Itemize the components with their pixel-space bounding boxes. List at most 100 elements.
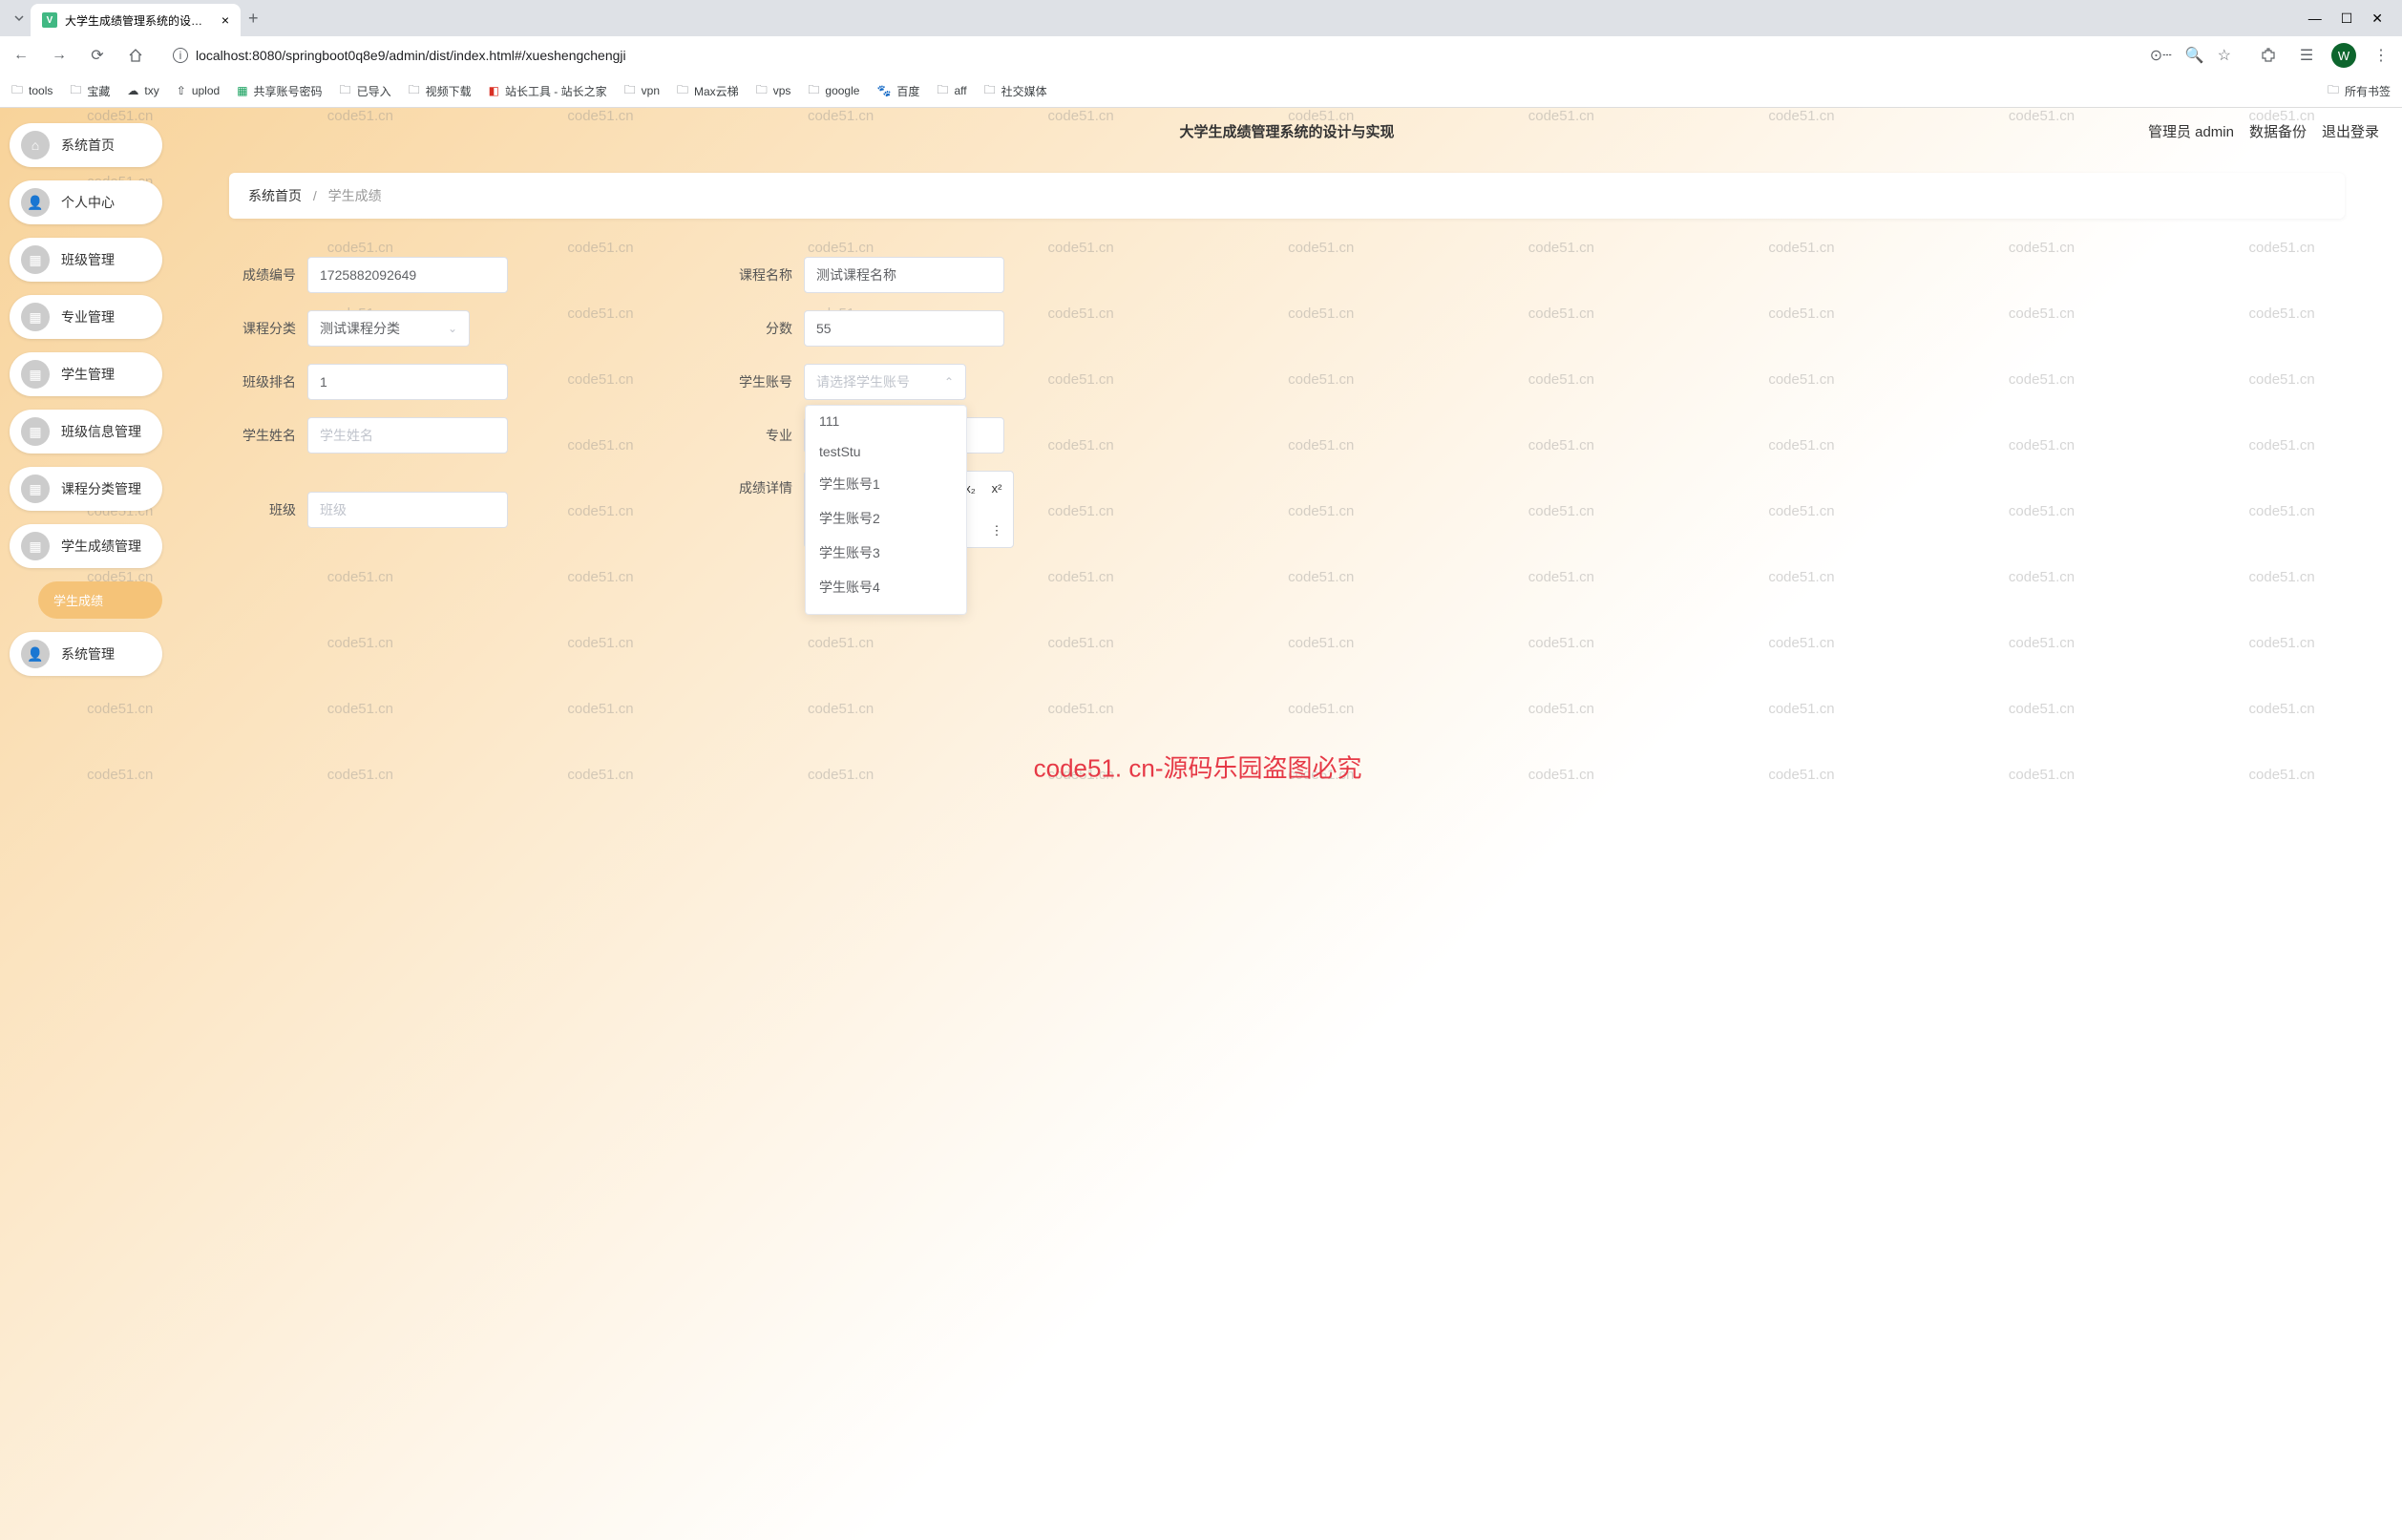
sidebar-item-home[interactable]: ⌂系统首页 <box>10 123 162 167</box>
sidebar-item-class-mgmt[interactable]: ▦ 班级管理 <box>10 238 162 282</box>
dropdown-option[interactable]: 学生账号2 <box>806 501 966 536</box>
sidebar-item-system[interactable]: 👤系统管理 <box>10 632 162 676</box>
user-icon: 👤 <box>21 640 50 668</box>
grid-icon: ▦ <box>21 303 50 331</box>
tab-close-icon[interactable]: × <box>221 12 229 28</box>
reading-list-icon[interactable]: ☰ <box>2293 42 2320 69</box>
sidebar-item-student-mgmt[interactable]: ▦学生管理 <box>10 352 162 396</box>
bookmark-item[interactable]: 🗀宝藏 <box>70 81 110 101</box>
grid-icon: ▦ <box>21 475 50 503</box>
dropdown-option[interactable]: 学生账号1 <box>806 467 966 501</box>
baidu-icon: 🐾 <box>876 84 891 97</box>
bookmark-item[interactable]: ⇧uplod <box>177 84 220 97</box>
bookmark-item[interactable]: 🗀已导入 <box>340 81 391 101</box>
close-window-icon[interactable]: ✕ <box>2371 11 2383 27</box>
app-container: code51.cncode51.cncode51.cncode51.cncode… <box>0 108 2402 1540</box>
maximize-icon[interactable]: ☐ <box>2341 11 2353 27</box>
folder-icon: 🗀 <box>409 81 420 101</box>
folder-icon: 🗀 <box>984 81 996 101</box>
bookmark-item[interactable]: 🗀vpn <box>624 81 660 101</box>
user-icon: 👤 <box>21 188 50 217</box>
grid-icon: ▦ <box>21 532 50 560</box>
tab-bar: V 大学生成绩管理系统的设计与实 × + — ☐ ✕ <box>0 0 2402 36</box>
zoom-icon[interactable]: 🔍 <box>2185 46 2204 65</box>
tabs-dropdown[interactable] <box>8 7 31 30</box>
grade-id-input[interactable] <box>307 257 508 293</box>
dropdown-option[interactable]: 111 <box>806 406 966 436</box>
grid-icon: ▦ <box>21 245 50 274</box>
student-name-input[interactable] <box>307 417 508 454</box>
back-button[interactable]: ← <box>8 42 34 69</box>
bookmark-item[interactable]: 🗀google <box>808 81 859 101</box>
bookmark-item[interactable]: ☁txy <box>127 84 158 97</box>
sidebar-item-label: 班级信息管理 <box>61 422 141 441</box>
tab-title: 大学生成绩管理系统的设计与实 <box>65 12 214 29</box>
forward-button[interactable]: → <box>46 42 73 69</box>
class-rank-input[interactable] <box>307 364 508 400</box>
bookmark-item[interactable]: 🗀视频下载 <box>409 81 472 101</box>
menu-icon[interactable]: ⋮ <box>2368 42 2394 69</box>
course-name-input[interactable] <box>804 257 1004 293</box>
bookmark-item[interactable]: 🗀社交媒体 <box>984 81 1047 101</box>
home-button[interactable] <box>122 42 149 69</box>
sidebar-item-major-mgmt[interactable]: ▦专业管理 <box>10 295 162 339</box>
field-course-cat: 课程分类 测试课程分类 ⌄ <box>229 310 668 347</box>
url-text: localhost:8080/springboot0q8e9/admin/dis… <box>196 48 626 63</box>
password-icon[interactable]: ⊙┄ <box>2150 46 2172 65</box>
chevron-up-icon: ⌃ <box>944 375 954 389</box>
dropdown-option[interactable]: testStu <box>806 436 966 467</box>
breadcrumb-home[interactable]: 系统首页 <box>248 188 302 203</box>
sidebar-item-class-info[interactable]: ▦班级信息管理 <box>10 410 162 454</box>
sheet-icon: ▦ <box>237 84 247 97</box>
sidebar-item-label: 班级管理 <box>61 250 115 269</box>
breadcrumb: 系统首页 / 学生成绩 <box>229 173 2345 219</box>
bookmark-star-icon[interactable]: ☆ <box>2218 46 2231 65</box>
favicon: V <box>42 12 57 28</box>
browser-chrome: V 大学生成绩管理系统的设计与实 × + — ☐ ✕ ← → ⟳ i local… <box>0 0 2402 108</box>
sidebar-item-label: 课程分类管理 <box>61 479 141 498</box>
course-cat-select[interactable]: 测试课程分类 ⌄ <box>307 310 470 347</box>
bookmark-item[interactable]: 🗀Max云梯 <box>677 81 739 101</box>
main-area: 大学生成绩管理系统的设计与实现 管理员 admin 数据备份 退出登录 系统首页… <box>172 108 2402 1540</box>
logout-link[interactable]: 退出登录 <box>2322 121 2379 141</box>
superscript-button[interactable]: x² <box>988 481 1005 496</box>
bookmark-item[interactable]: 🗀aff <box>937 81 966 101</box>
class-input[interactable] <box>307 492 508 528</box>
data-backup-link[interactable]: 数据备份 <box>2249 121 2307 141</box>
bookmark-item[interactable]: ▦共享账号密码 <box>237 83 322 99</box>
bookmark-item[interactable]: 🐾百度 <box>876 83 919 99</box>
content: 系统首页 / 学生成绩 成绩编号 课程名称 课程分类 测试课程分类 ⌄ <box>172 154 2402 567</box>
score-input[interactable] <box>804 310 1004 347</box>
browser-tab[interactable]: V 大学生成绩管理系统的设计与实 × <box>31 4 241 36</box>
extensions-icon[interactable] <box>2255 42 2282 69</box>
new-tab-button[interactable]: + <box>248 9 259 29</box>
dropdown-option[interactable]: 学生账号4 <box>806 570 966 604</box>
folder-icon: 🗀 <box>340 81 351 101</box>
more-icon[interactable]: ⋮ <box>988 523 1005 538</box>
bookmark-item[interactable]: 🗀vps <box>756 81 791 101</box>
sidebar-subitem-grades[interactable]: 学生成绩 <box>38 581 162 619</box>
sidebar-item-profile[interactable]: 👤个人中心 <box>10 180 162 224</box>
reload-button[interactable]: ⟳ <box>84 42 111 69</box>
breadcrumb-current: 学生成绩 <box>328 188 382 203</box>
all-bookmarks[interactable]: 🗀所有书签 <box>2328 81 2391 101</box>
student-account-select[interactable]: 请选择学生账号 ⌃ 111 testStu 学生账号1 学生账号2 学生账号3 … <box>804 364 966 400</box>
sidebar-item-course-cat[interactable]: ▦ 课程分类管理 <box>10 467 162 511</box>
bookmark-item[interactable]: 🗀tools <box>11 81 53 101</box>
breadcrumb-separator: / <box>313 188 317 203</box>
field-label: 学生姓名 <box>229 426 296 445</box>
dropdown-option[interactable]: 学生账号5 <box>806 604 966 615</box>
profile-avatar[interactable]: W <box>2331 43 2356 68</box>
dropdown-option[interactable]: 学生账号3 <box>806 536 966 570</box>
sidebar-item-grade-mgmt[interactable]: ▦学生成绩管理 <box>10 524 162 568</box>
field-label: 班级 <box>229 500 296 519</box>
address-bar[interactable]: i localhost:8080/springboot0q8e9/admin/d… <box>160 40 2244 71</box>
admin-label[interactable]: 管理员 admin <box>2148 121 2234 141</box>
folder-icon: 🗀 <box>808 81 819 101</box>
bookmark-item[interactable]: ◧站长工具 - 站长之家 <box>489 83 607 99</box>
folder-icon: 🗀 <box>11 81 23 101</box>
site-info-icon[interactable]: i <box>173 48 188 63</box>
select-placeholder: 请选择学生账号 <box>816 372 910 391</box>
student-account-dropdown: 111 testStu 学生账号1 学生账号2 学生账号3 学生账号4 学生账号… <box>805 405 967 615</box>
minimize-icon[interactable]: — <box>2308 11 2322 27</box>
